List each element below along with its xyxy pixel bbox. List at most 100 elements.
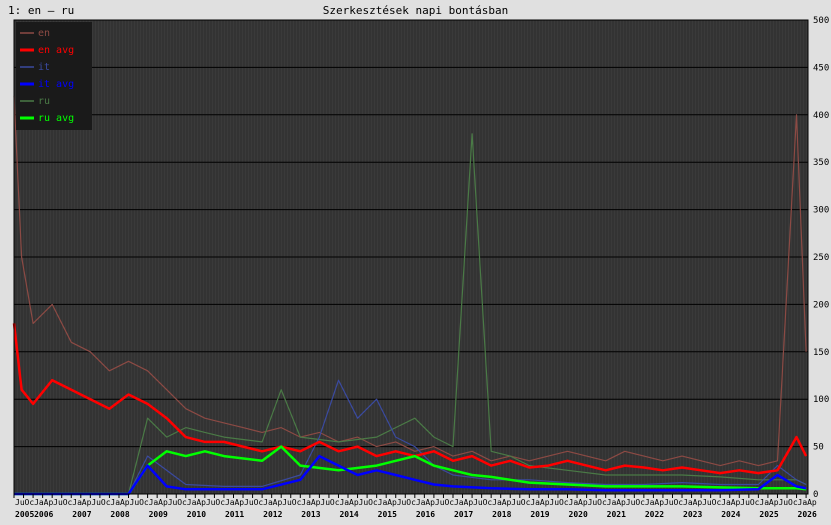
- x-month-label: Ap: [502, 498, 512, 507]
- x-month-label: Ap: [349, 498, 359, 507]
- x-month-label: Ja: [263, 498, 273, 507]
- x-month-label: Ap: [540, 498, 550, 507]
- x-month-label: Oc: [597, 498, 607, 507]
- x-month-label: Ju: [626, 498, 636, 507]
- x-month-label: Oc: [444, 498, 454, 507]
- x-month-label: Oc: [177, 498, 187, 507]
- x-month-label: Ap: [769, 498, 779, 507]
- x-year-label-2012: 2012: [263, 510, 282, 519]
- x-year-label-2011: 2011: [225, 510, 244, 519]
- x-month-label: Ju: [778, 498, 788, 507]
- x-month-label: Ap: [654, 498, 664, 507]
- chart-root: 0 50 100 150 200 250 300 350 400 450 500 en en avg it…: [0, 0, 831, 525]
- x-month-label: Ju: [206, 498, 216, 507]
- legend-label-ru: ru: [38, 96, 50, 107]
- x-month-label: Oc: [25, 498, 35, 507]
- y-tick-label-50: 50: [813, 443, 824, 453]
- y-tick-label-250: 250: [813, 253, 829, 263]
- x-month-label: Oc: [215, 498, 225, 507]
- x-month-label: Ja: [187, 498, 197, 507]
- x-year-label-2018: 2018: [492, 510, 511, 519]
- x-month-label: Ju: [53, 498, 63, 507]
- x-month-label: Ja: [569, 498, 579, 507]
- legend-label-it: it: [38, 62, 50, 73]
- y-tick-label-400: 400: [813, 111, 829, 121]
- x-year-label-2016: 2016: [416, 510, 435, 519]
- x-month-label: Oc: [483, 498, 493, 507]
- legend-label-ru-avg: ru avg: [38, 113, 74, 124]
- y-tick-label-100: 100: [813, 395, 829, 405]
- x-month-label: Oc: [406, 498, 416, 507]
- x-month-label: Ap: [387, 498, 397, 507]
- x-month-label: Ap: [616, 498, 626, 507]
- y-tick-label-350: 350: [813, 158, 829, 168]
- x-month-label: Oc: [139, 498, 149, 507]
- x-year-label-2009: 2009: [149, 510, 168, 519]
- x-month-label: Ju: [168, 498, 178, 507]
- x-month-label: Oc: [254, 498, 264, 507]
- x-month-label: Oc: [63, 498, 73, 507]
- x-month-label: Ja: [301, 498, 311, 507]
- x-month-label: Ap: [731, 498, 741, 507]
- x-month-label: Ju: [320, 498, 330, 507]
- x-month-label: Ja: [72, 498, 82, 507]
- x-month-label: Ju: [130, 498, 140, 507]
- x-year-label-2020: 2020: [569, 510, 588, 519]
- x-month-label: Ap: [311, 498, 321, 507]
- x-month-label: Ja: [416, 498, 426, 507]
- x-month-label: Ja: [454, 498, 464, 507]
- x-month-label: Ju: [511, 498, 521, 507]
- x-year-label-2005: 2005: [15, 510, 34, 519]
- x-month-label: Ja: [339, 498, 349, 507]
- x-month-label: Oc: [712, 498, 722, 507]
- x-month-label: Ju: [549, 498, 559, 507]
- x-month-label: Ja: [34, 498, 44, 507]
- x-month-label: Ap: [578, 498, 588, 507]
- x-month-label: Oc: [673, 498, 683, 507]
- y-tick-label-200: 200: [813, 300, 829, 310]
- legend-label-en-avg: en avg: [38, 45, 74, 56]
- x-month-label: Ju: [435, 498, 445, 507]
- legend-label-it-avg: it avg: [38, 79, 74, 90]
- x-month-label: Ap: [234, 498, 244, 507]
- x-month-label: Oc: [635, 498, 645, 507]
- x-month-label: Ja: [492, 498, 502, 507]
- x-month-label: Ap: [44, 498, 54, 507]
- chart-title: Szerkesztések napi bontásban: [322, 4, 509, 17]
- x-month-label: Ap: [273, 498, 283, 507]
- x-year-label-2021: 2021: [607, 510, 626, 519]
- x-month-label: Ja: [759, 498, 769, 507]
- x-year-label-2022: 2022: [645, 510, 664, 519]
- x-year-label-2015: 2015: [378, 510, 397, 519]
- x-month-label: Ja: [378, 498, 388, 507]
- x-month-label: Oc: [330, 498, 340, 507]
- x-month-label: Ap: [425, 498, 435, 507]
- x-month-label: Ap: [158, 498, 168, 507]
- x-month-label: Ja: [225, 498, 235, 507]
- x-month-label: Ju: [702, 498, 712, 507]
- x-month-label: Ju: [282, 498, 292, 507]
- x-month-label: Ju: [588, 498, 598, 507]
- x-month-label: Ju: [244, 498, 254, 507]
- x-month-label: Oc: [750, 498, 760, 507]
- edits-chart: 050100150200250300350400450500enen avgit…: [12, 16, 829, 519]
- x-month-label: Oc: [368, 498, 378, 507]
- x-month-label: Ap: [807, 498, 817, 507]
- x-month-label: Ap: [120, 498, 130, 507]
- x-year-label-2024: 2024: [721, 510, 740, 519]
- x-year-label-2023: 2023: [683, 510, 702, 519]
- x-month-label: Oc: [788, 498, 798, 507]
- x-month-label: Ja: [110, 498, 120, 507]
- x-month-label: Ju: [664, 498, 674, 507]
- x-year-label-2014: 2014: [339, 510, 358, 519]
- x-year-label-2007: 2007: [72, 510, 91, 519]
- x-month-label: Ap: [693, 498, 703, 507]
- x-month-label: Ju: [740, 498, 750, 507]
- y-tick-label-150: 150: [813, 348, 829, 358]
- x-month-label: Ja: [645, 498, 655, 507]
- x-month-label: Ja: [530, 498, 540, 507]
- x-month-label: Oc: [521, 498, 531, 507]
- x-year-label-2013: 2013: [301, 510, 320, 519]
- x-month-label: Oc: [559, 498, 569, 507]
- y-tick-label-300: 300: [813, 206, 829, 216]
